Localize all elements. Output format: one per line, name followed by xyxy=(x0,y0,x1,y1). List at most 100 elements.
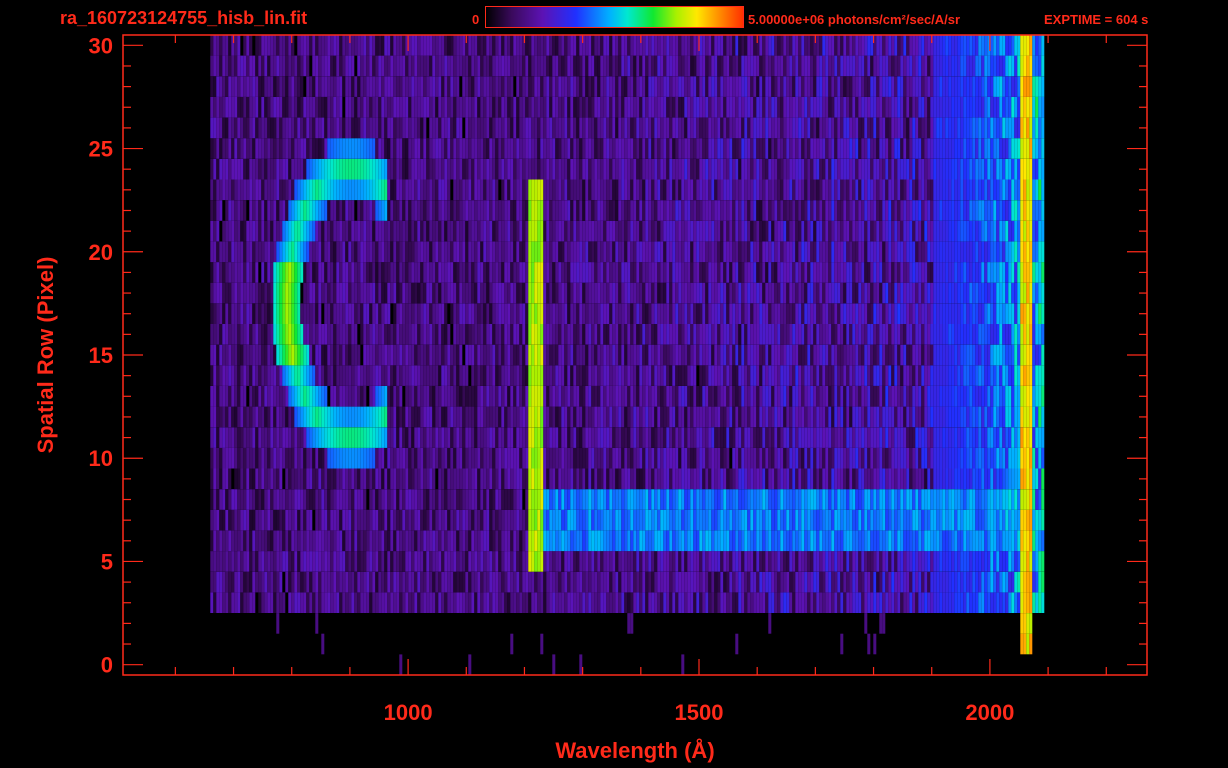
heatmap-cell xyxy=(987,489,991,510)
heatmap-cell xyxy=(996,365,1000,386)
heatmap-cell xyxy=(705,551,709,572)
heatmap-cell xyxy=(228,241,232,263)
heatmap-cell xyxy=(285,530,289,552)
heatmap-cell xyxy=(939,262,943,283)
heatmap-cell xyxy=(606,592,610,613)
heatmap-cell xyxy=(978,365,982,386)
heatmap-cell xyxy=(726,509,730,531)
heatmap-cell xyxy=(384,427,388,448)
heatmap-cell xyxy=(882,262,886,283)
heatmap-cell xyxy=(900,241,904,263)
heatmap-cell xyxy=(978,262,982,283)
heatmap-cell xyxy=(576,282,580,304)
heatmap-cell xyxy=(705,427,709,448)
heatmap-cell xyxy=(765,406,769,428)
heatmap-cell xyxy=(477,303,481,324)
heatmap-cell xyxy=(924,406,928,428)
heatmap-cell xyxy=(717,386,721,407)
heatmap-cell xyxy=(318,489,322,510)
heatmap-cell xyxy=(981,406,985,428)
heatmap-cell xyxy=(501,241,505,263)
heatmap-cell xyxy=(987,530,991,552)
heatmap-cell xyxy=(936,344,940,366)
heatmap-cell xyxy=(798,447,802,469)
heatmap-cell xyxy=(267,468,271,490)
heatmap-cell xyxy=(777,282,781,304)
heatmap-cell xyxy=(465,447,469,469)
heatmap-cell xyxy=(963,303,967,324)
heatmap-cell xyxy=(921,344,925,366)
heatmap-cell xyxy=(531,551,535,572)
heatmap-cell xyxy=(939,489,943,510)
heatmap-cell xyxy=(321,633,325,655)
heatmap-cell xyxy=(342,282,346,304)
heatmap-cell xyxy=(486,303,490,324)
heatmap-cell xyxy=(939,592,943,613)
heatmap-cell xyxy=(402,427,406,448)
heatmap-cell xyxy=(996,489,1000,510)
heatmap-cell xyxy=(738,386,742,407)
heatmap-cell xyxy=(372,592,376,613)
heatmap-cell xyxy=(870,324,874,345)
heatmap-cell xyxy=(837,551,841,572)
heatmap-cell xyxy=(654,571,658,593)
heatmap-cell xyxy=(726,262,730,283)
heatmap-cell xyxy=(426,509,430,531)
heatmap-cell xyxy=(864,489,868,510)
heatmap-cell xyxy=(468,509,472,531)
heatmap-cell xyxy=(522,551,526,572)
heatmap-cell xyxy=(270,282,274,304)
heatmap-cell xyxy=(633,530,637,552)
heatmap-cell xyxy=(843,282,847,304)
heatmap-cell xyxy=(690,530,694,552)
heatmap-cell xyxy=(264,427,268,448)
heatmap-cell xyxy=(558,447,562,469)
heatmap-cell xyxy=(279,427,283,448)
heatmap-cell xyxy=(957,592,961,613)
heatmap-cell xyxy=(588,489,592,510)
heatmap-cell xyxy=(342,447,346,469)
heatmap-cell xyxy=(801,344,805,366)
heatmap-cell xyxy=(750,427,754,448)
heatmap-cell xyxy=(315,365,319,386)
heatmap-cell xyxy=(420,571,424,593)
heatmap-cell xyxy=(1011,447,1015,469)
heatmap-cell xyxy=(435,241,439,263)
heatmap-cell xyxy=(552,551,556,572)
heatmap-cell xyxy=(411,344,415,366)
heatmap-cell xyxy=(918,592,922,613)
heatmap-cell xyxy=(336,365,340,386)
heatmap-cell xyxy=(261,592,265,613)
heatmap-cell xyxy=(408,262,412,283)
heatmap-cell xyxy=(639,427,643,448)
heatmap-cell xyxy=(504,386,508,407)
heatmap-cell xyxy=(750,303,754,324)
heatmap-cell xyxy=(306,468,310,490)
heatmap-cell xyxy=(450,282,454,304)
heatmap-cell xyxy=(324,509,328,531)
heatmap-cell xyxy=(399,282,403,304)
heatmap-cell xyxy=(828,592,832,613)
heatmap-cell xyxy=(1023,613,1027,634)
heatmap-cell xyxy=(510,282,514,304)
heatmap-cell xyxy=(456,344,460,366)
heatmap-cell xyxy=(387,344,391,366)
heatmap-cell xyxy=(342,571,346,593)
heatmap-cell xyxy=(798,324,802,345)
heatmap-cell xyxy=(975,551,979,572)
heatmap-cell xyxy=(252,324,256,345)
heatmap-cell xyxy=(660,489,664,510)
heatmap-cell xyxy=(612,303,616,324)
heatmap-cell xyxy=(570,571,574,593)
heatmap-cell xyxy=(702,365,706,386)
heatmap-cell xyxy=(708,447,712,469)
heatmap-cell xyxy=(231,324,235,345)
heatmap-cell xyxy=(747,551,751,572)
heatmap-cell xyxy=(912,344,916,366)
heatmap-cell xyxy=(741,365,745,386)
heatmap-cell xyxy=(882,613,886,634)
heatmap-cell xyxy=(507,262,511,283)
heatmap-cell xyxy=(456,530,460,552)
heatmap-cell xyxy=(468,571,472,593)
heatmap-cell xyxy=(873,282,877,304)
